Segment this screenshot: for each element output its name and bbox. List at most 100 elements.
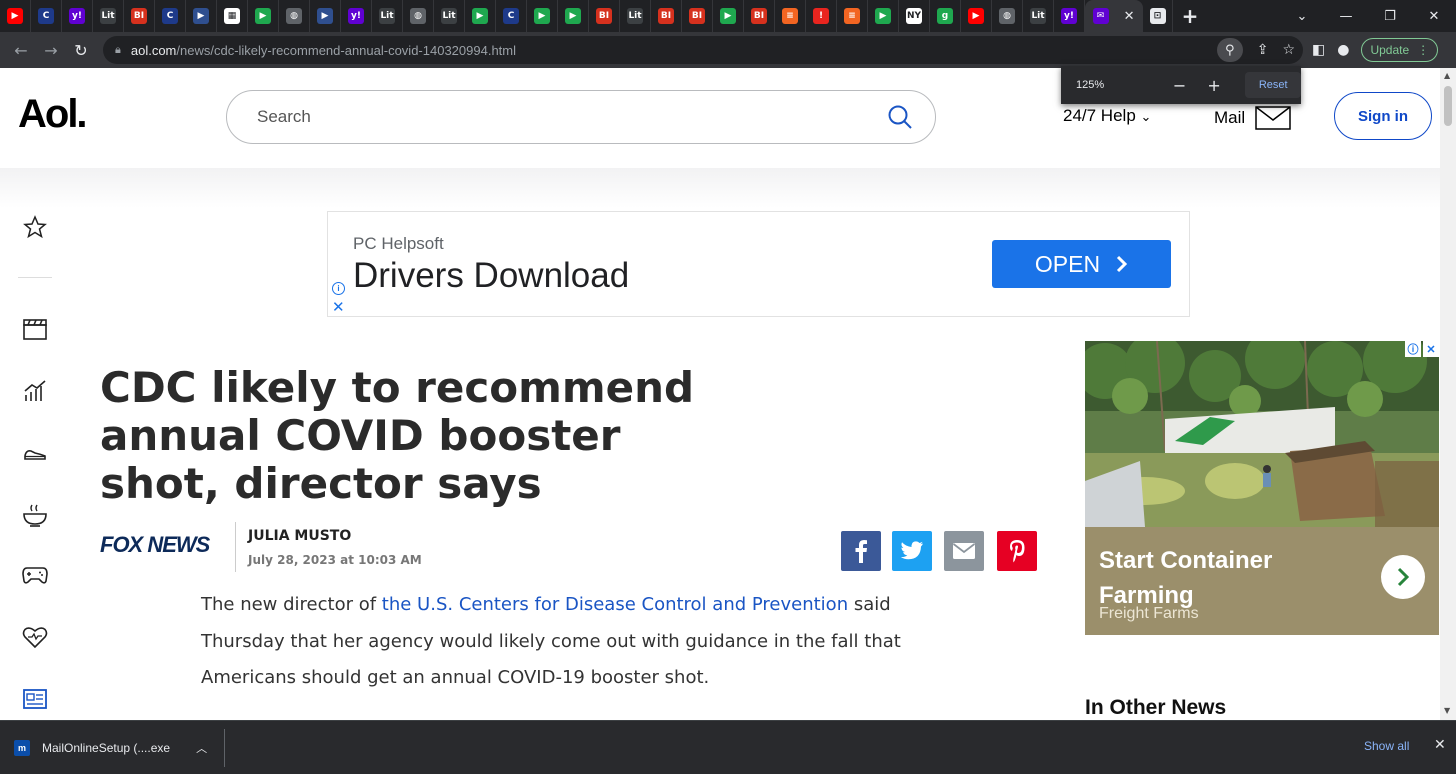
help-menu[interactable]: 24/7 Help ⌄ bbox=[1063, 106, 1151, 126]
scrollbar-thumb[interactable] bbox=[1444, 86, 1452, 126]
tab-8[interactable]: ▶ bbox=[248, 0, 279, 32]
ad-title[interactable]: Start Container Farming bbox=[1099, 543, 1359, 613]
bookmark-star-icon[interactable]: ☆ bbox=[1282, 42, 1295, 58]
banner-ad[interactable]: PC Helpsoft Drivers Download OPEN i ✕ bbox=[327, 211, 1190, 317]
ad-info-icon[interactable]: i bbox=[332, 282, 345, 295]
tab-5[interactable]: C bbox=[155, 0, 186, 32]
tab-12[interactable]: Lit bbox=[372, 0, 403, 32]
tab-17[interactable]: ▶ bbox=[527, 0, 558, 32]
share-email-button[interactable] bbox=[944, 531, 984, 571]
tab-20[interactable]: Lit bbox=[620, 0, 651, 32]
tab-10[interactable]: ▶ bbox=[310, 0, 341, 32]
tab-7[interactable]: ▦ bbox=[217, 0, 248, 32]
forward-button[interactable]: → bbox=[36, 41, 66, 60]
gamepad-icon[interactable] bbox=[18, 558, 52, 592]
tab-close-icon[interactable]: ✕ bbox=[1124, 9, 1135, 24]
zoom-reset-button[interactable]: Reset bbox=[1245, 72, 1301, 98]
ad-choices[interactable]: ⓘ ✕ bbox=[1405, 341, 1439, 357]
tab-27[interactable]: ≡ bbox=[837, 0, 868, 32]
tab-16[interactable]: C bbox=[496, 0, 527, 32]
search-box[interactable] bbox=[226, 90, 936, 144]
tab-search-icon[interactable]: ⌄ bbox=[1280, 9, 1324, 24]
tab-13[interactable]: ◍ bbox=[403, 0, 434, 32]
share-twitter-button[interactable] bbox=[892, 531, 932, 571]
tab-2[interactable]: y! bbox=[62, 0, 93, 32]
tab-15[interactable]: ▶ bbox=[465, 0, 496, 32]
tab-25[interactable]: ≡ bbox=[775, 0, 806, 32]
ad-close-icon[interactable]: ✕ bbox=[332, 298, 345, 316]
chevron-right-icon[interactable] bbox=[1381, 555, 1425, 599]
tab-23[interactable]: ▶ bbox=[713, 0, 744, 32]
tab-28[interactable]: ▶ bbox=[868, 0, 899, 32]
zoom-icon[interactable]: ⚲ bbox=[1216, 38, 1243, 62]
tab-34[interactable]: y! bbox=[1054, 0, 1085, 32]
tab-4[interactable]: BI bbox=[124, 0, 155, 32]
mail-link[interactable]: Mail bbox=[1214, 106, 1291, 130]
restore-button[interactable]: ❐ bbox=[1368, 9, 1412, 24]
sidebar-ad[interactable]: ⓘ ✕ Start Container Farming Freight Farm… bbox=[1085, 341, 1439, 635]
tab-3[interactable]: Lit bbox=[93, 0, 124, 32]
tab-6[interactable]: ▶ bbox=[186, 0, 217, 32]
download-item[interactable]: m MailOnlineSetup (....exe ︿ bbox=[14, 721, 207, 775]
close-download-bar-icon[interactable]: ✕ bbox=[1434, 737, 1446, 753]
aol-logo[interactable]: Aol. bbox=[18, 92, 88, 137]
tab-30[interactable]: g bbox=[930, 0, 961, 32]
star-icon[interactable] bbox=[18, 210, 52, 244]
ad-close-icon[interactable]: ✕ bbox=[1423, 341, 1439, 357]
tab-32[interactable]: ◍ bbox=[992, 0, 1023, 32]
close-window-button[interactable]: ✕ bbox=[1412, 9, 1456, 24]
tab-31[interactable]: ▶ bbox=[961, 0, 992, 32]
profile-icon[interactable]: ● bbox=[1337, 42, 1349, 58]
sign-in-button[interactable]: Sign in bbox=[1334, 92, 1432, 140]
tab-1[interactable]: C bbox=[31, 0, 62, 32]
reload-button[interactable]: ↻ bbox=[66, 41, 96, 60]
cdc-link[interactable]: the U.S. Centers for Disease Control and… bbox=[382, 594, 848, 615]
tab-0[interactable]: ▶ bbox=[0, 0, 31, 32]
ad-info-icon[interactable]: ⓘ bbox=[1405, 341, 1421, 357]
tab-18[interactable]: ▶ bbox=[558, 0, 589, 32]
zoom-in-button[interactable]: + bbox=[1197, 76, 1232, 95]
tab-active[interactable]: ✉ ✕ bbox=[1085, 0, 1143, 32]
scroll-down-arrow-icon[interactable]: ▼ bbox=[1444, 706, 1450, 715]
search-input[interactable] bbox=[257, 107, 857, 127]
clapperboard-icon[interactable] bbox=[18, 312, 52, 346]
sneaker-icon[interactable] bbox=[18, 436, 52, 470]
share-icon[interactable]: ⇪ bbox=[1257, 42, 1269, 58]
tab-9[interactable]: ◍ bbox=[279, 0, 310, 32]
zoom-out-button[interactable]: − bbox=[1162, 76, 1197, 95]
address-bar[interactable]: 🔒︎ aol.com/news/cdc-likely-recommend-ann… bbox=[103, 36, 1303, 64]
scroll-up-arrow-icon[interactable]: ▲ bbox=[1444, 71, 1450, 80]
minimize-button[interactable]: — bbox=[1324, 9, 1368, 24]
tab-26[interactable]: ! bbox=[806, 0, 837, 32]
tab-29[interactable]: NY bbox=[899, 0, 930, 32]
chevron-up-icon[interactable]: ︿ bbox=[196, 740, 207, 756]
tab-21[interactable]: BI bbox=[651, 0, 682, 32]
show-all-downloads-button[interactable]: Show all bbox=[1364, 739, 1409, 753]
health-heart-icon[interactable] bbox=[18, 620, 52, 654]
back-button[interactable]: ← bbox=[6, 41, 36, 60]
tab-22[interactable]: BI bbox=[682, 0, 713, 32]
lock-icon[interactable]: 🔒︎ bbox=[115, 43, 121, 57]
side-panel-icon[interactable]: ◧ bbox=[1312, 42, 1325, 58]
tab-14[interactable]: Lit bbox=[434, 0, 465, 32]
lock-icon: ⊡ bbox=[1149, 8, 1166, 24]
source-logo[interactable]: FOX NEWS bbox=[100, 532, 210, 558]
share-facebook-button[interactable] bbox=[841, 531, 881, 571]
ad-caption[interactable]: Start Container Farming Freight Farms bbox=[1085, 527, 1439, 635]
ad-open-button[interactable]: OPEN bbox=[992, 240, 1171, 288]
finance-chart-icon[interactable] bbox=[18, 374, 52, 408]
share-pinterest-button[interactable] bbox=[997, 531, 1037, 571]
food-bowl-icon[interactable] bbox=[18, 498, 52, 532]
tab-24[interactable]: BI bbox=[744, 0, 775, 32]
search-icon[interactable] bbox=[887, 104, 913, 130]
arrow-icon: ▶ bbox=[193, 8, 209, 24]
page-scrollbar[interactable]: ▲ ▼ bbox=[1440, 68, 1456, 720]
news-icon[interactable] bbox=[18, 682, 52, 716]
tab-lock[interactable]: ⊡ bbox=[1143, 0, 1173, 32]
tab-33[interactable]: Lit bbox=[1023, 0, 1054, 32]
tab-11[interactable]: y! bbox=[341, 0, 372, 32]
new-tab-button[interactable]: + bbox=[1173, 4, 1207, 28]
tab-19[interactable]: BI bbox=[589, 0, 620, 32]
update-button[interactable]: Update ⋮ bbox=[1361, 38, 1439, 62]
ad-headline[interactable]: Drivers Download bbox=[353, 256, 629, 296]
